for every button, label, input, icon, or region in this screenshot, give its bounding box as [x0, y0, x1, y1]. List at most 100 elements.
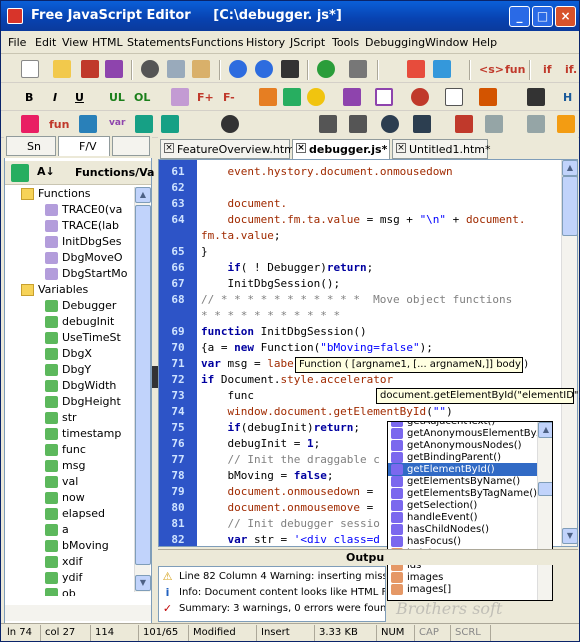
print-icon[interactable]: [485, 115, 503, 133]
insert-var-button[interactable]: var: [109, 118, 125, 128]
code-line[interactable]: 67 InitDbgSession();: [159, 276, 559, 292]
code-line[interactable]: fm.ta.value;: [159, 228, 559, 244]
cut-icon[interactable]: [141, 60, 159, 78]
color-palette-icon[interactable]: [307, 88, 325, 106]
debug-bug-icon[interactable]: [221, 115, 239, 133]
tree-item[interactable]: elapsed: [5, 506, 131, 522]
align-icon[interactable]: [527, 88, 545, 106]
autocomplete-item[interactable]: hasFocus(): [388, 535, 538, 548]
tab-more[interactable]: [112, 136, 150, 156]
books-icon[interactable]: [161, 115, 179, 133]
tree-item[interactable]: msg: [5, 458, 131, 474]
code-line[interactable]: 74 window.document.getElementById(""): [159, 404, 559, 420]
tree-item[interactable]: DbgWidth: [5, 378, 131, 394]
tree-item[interactable]: val: [5, 474, 131, 490]
menu-statements[interactable]: Statements: [127, 36, 191, 49]
menu-history[interactable]: History: [246, 36, 285, 49]
print-preview-icon[interactable]: [455, 115, 473, 133]
js-snippet-icon[interactable]: [21, 115, 39, 133]
code-line[interactable]: 72 if Document.style.accelerator: [159, 372, 559, 388]
underline-button[interactable]: U: [75, 91, 84, 104]
autocomplete-item[interactable]: handleEvent(): [388, 511, 538, 524]
menu-tools[interactable]: Tools: [332, 36, 359, 49]
redo-icon[interactable]: [255, 60, 273, 78]
chart-icon[interactable]: [407, 60, 425, 78]
code-line[interactable]: 68 // * * * * * * * * * * * Move object f…: [159, 292, 559, 308]
widget-icon[interactable]: [479, 88, 497, 106]
autocomplete-item[interactable]: images: [388, 571, 538, 584]
insert-function-button[interactable]: fun: [505, 63, 525, 76]
paste-icon[interactable]: [192, 60, 210, 78]
autocomplete-item[interactable]: getElementsByTagName(): [388, 487, 538, 500]
menu-help[interactable]: Help: [472, 36, 497, 49]
close-button[interactable]: ×: [555, 6, 576, 27]
scroll-thumb[interactable]: [562, 176, 578, 236]
tree-item[interactable]: now: [5, 490, 131, 506]
insert-fun-button[interactable]: fun: [49, 118, 69, 131]
code-line[interactable]: 65}: [159, 244, 559, 260]
bold-button[interactable]: B: [25, 91, 33, 104]
code-line[interactable]: 70 {a = new Function("bMoving=false");: [159, 340, 559, 356]
scroll-up-button[interactable]: ▲: [562, 160, 578, 176]
tree-horizontal-scrollbar[interactable]: [5, 605, 151, 621]
copy-icon[interactable]: [167, 60, 185, 78]
autocomplete-item[interactable]: getSelection(): [388, 499, 538, 512]
heading-button[interactable]: H: [563, 91, 572, 104]
tree-item[interactable]: DbgStartMo: [5, 266, 131, 282]
block-icon[interactable]: [413, 115, 431, 133]
autocomplete-item[interactable]: getElementById(): [388, 463, 538, 476]
tree-item[interactable]: DbgX: [5, 346, 131, 362]
maximize-button[interactable]: □: [532, 6, 553, 27]
tree-item[interactable]: timestamp: [5, 426, 131, 442]
sort-az-button[interactable]: A↓: [37, 165, 55, 178]
tree-item[interactable]: xdif: [5, 554, 131, 570]
autocomplete-item[interactable]: hasChildNodes(): [388, 523, 538, 536]
autocomplete-item[interactable]: getAnonymousElementByAt: [388, 427, 547, 440]
autocomplete-item[interactable]: getBindingParent(): [388, 451, 538, 464]
tree-item[interactable]: TRACE0(va: [5, 202, 131, 218]
new-file-icon[interactable]: [21, 60, 39, 78]
tools-icon[interactable]: [349, 60, 367, 78]
tab-functions-variables[interactable]: F/V: [58, 136, 110, 156]
indent-icon[interactable]: [319, 115, 337, 133]
jscript-icon[interactable]: [79, 115, 97, 133]
tab-featureoverview[interactable]: × FeatureOverview.htm: [160, 139, 295, 159]
autocomplete-item[interactable]: getAnonymousNodes(): [388, 439, 538, 452]
menu-file[interactable]: File: [8, 36, 26, 49]
book-icon[interactable]: [135, 115, 153, 133]
tree-folder[interactable]: Functions: [5, 186, 131, 202]
menu-debugging[interactable]: Debugging: [365, 36, 425, 49]
image-icon[interactable]: [283, 88, 301, 106]
tree-item[interactable]: InitDbgSes: [5, 234, 131, 250]
code-line[interactable]: 63 document.: [159, 196, 559, 212]
unordered-list-button[interactable]: UL: [109, 91, 125, 104]
tree-item[interactable]: DbgMoveO: [5, 250, 131, 266]
insert-if-else-button[interactable]: if.: [565, 63, 577, 76]
tree-item[interactable]: str: [5, 410, 131, 426]
tree-item[interactable]: bMoving: [5, 538, 131, 554]
undo-icon[interactable]: [229, 60, 247, 78]
find-binoculars-icon[interactable]: [281, 60, 299, 78]
table-icon[interactable]: [259, 88, 277, 106]
flash-icon[interactable]: [411, 88, 429, 106]
insert-script-tag-button[interactable]: <s>: [479, 63, 504, 76]
printer-icon[interactable]: [527, 115, 545, 133]
tree-item[interactable]: DbgY: [5, 362, 131, 378]
autocomplete-list[interactable]: images[]imagesidsheighthasFocus()hasChil…: [387, 421, 553, 601]
save-all-icon[interactable]: [105, 60, 123, 78]
menu-edit[interactable]: Edit: [35, 36, 56, 49]
close-tab-icon[interactable]: ×: [396, 143, 406, 153]
menu-jscript[interactable]: JScript: [290, 36, 325, 49]
tree-folder[interactable]: Variables: [5, 282, 131, 298]
scroll-thumb[interactable]: [135, 205, 151, 565]
outdent-icon[interactable]: [349, 115, 367, 133]
link-icon[interactable]: [343, 88, 361, 106]
tree-item[interactable]: func: [5, 442, 131, 458]
minimize-button[interactable]: _: [509, 6, 530, 27]
scroll-down-button[interactable]: ▼: [135, 575, 151, 591]
menu-view[interactable]: View: [62, 36, 88, 49]
code-line[interactable]: 64 document.fm.ta.value = msg + "\n" + d…: [159, 212, 559, 228]
tab-debugger[interactable]: × debugger.js*: [292, 139, 390, 159]
replace-icon[interactable]: [381, 115, 399, 133]
autocomplete-item[interactable]: images[]: [388, 583, 538, 596]
